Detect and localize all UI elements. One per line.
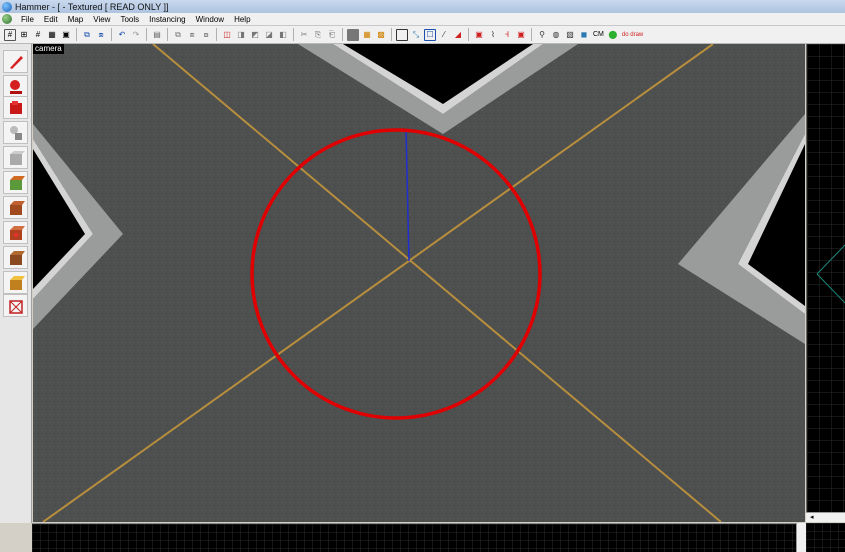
3d-camera-viewport[interactable]: camera [33, 44, 805, 522]
grid-larger-icon[interactable]: ▣ [60, 29, 72, 41]
toolbar-separator [293, 28, 294, 41]
entity-tool-icon [9, 125, 22, 140]
selection-tool-button[interactable] [3, 50, 28, 73]
grid-dots-icon[interactable]: # [32, 29, 44, 41]
toolbar-separator [111, 28, 112, 41]
paste-icon[interactable]: ⎗ [326, 29, 338, 41]
grid-view-bottom-right [806, 523, 845, 552]
carve-icon[interactable]: ⧉ [81, 29, 93, 41]
bottom-view-scrollbar[interactable] [796, 523, 806, 552]
group-icon[interactable]: ⧈ [95, 29, 107, 41]
grid-view-right [807, 44, 845, 522]
instance-visibility-icon[interactable]: ⬤ [607, 29, 619, 41]
tool-palette [0, 44, 32, 524]
helpers-icon[interactable]: ⚲ [536, 29, 548, 41]
status-corner [0, 523, 32, 552]
textured-icon[interactable]: ◧ [277, 29, 289, 41]
map-properties-icon[interactable]: ⌇ [487, 29, 499, 41]
cut-icon[interactable]: ✂ [298, 29, 310, 41]
select-by-handles-icon[interactable] [396, 28, 408, 41]
auto-visgroup-icon[interactable]: ◼ [578, 29, 590, 41]
texture-align-icon[interactable]: ▩ [375, 29, 387, 41]
menu-edit[interactable]: Edit [39, 15, 63, 24]
apply-texture-icon [9, 200, 25, 215]
magnify-tool-button[interactable] [3, 75, 28, 98]
window-title: Hammer - [ - Textured [ READ ONLY ]] [15, 1, 169, 12]
toolbar-separator [146, 28, 147, 41]
magnify-tool-icon [9, 79, 22, 94]
decal-tool-icon [9, 225, 25, 240]
toolbar-separator [167, 28, 168, 41]
show-2d-icon[interactable]: ◨ [235, 29, 247, 41]
texture-lock-icon[interactable] [347, 28, 359, 41]
block-tool-button[interactable] [3, 146, 28, 169]
show-3d-icon[interactable]: ◫ [221, 29, 233, 41]
menu-map[interactable]: Map [63, 15, 89, 24]
overlay-tool-icon [9, 250, 25, 265]
entity-report-icon[interactable]: Ꟶ [501, 29, 513, 41]
viewport-label: camera [33, 44, 64, 54]
copy-icon[interactable]: ⎘ [312, 29, 324, 41]
right-view-scrollbar[interactable]: ◂ [806, 512, 845, 522]
check-map-icon[interactable]: ▣ [473, 29, 485, 41]
decal-tool-button[interactable] [3, 221, 28, 244]
texture-scale-lock-icon[interactable]: ▦ [361, 29, 373, 41]
wireframe-icon[interactable]: ◩ [249, 29, 261, 41]
vertex-tool-button[interactable] [3, 294, 28, 317]
window-titlebar: Hammer - [ - Textured [ READ ONLY ]] [0, 0, 845, 13]
flip-horizontal-icon[interactable]: ⁄ [438, 29, 450, 41]
toolbar-separator [391, 28, 392, 41]
hollow-icon[interactable]: ▤ [151, 29, 163, 41]
hammer-app-icon [2, 1, 12, 12]
toolbar-separator [216, 28, 217, 41]
block-tool-icon [9, 150, 25, 165]
light-preview-icon[interactable]: ▧ [564, 29, 576, 41]
menu-instancing[interactable]: Instancing [144, 15, 190, 24]
overlay-tool-button[interactable] [3, 246, 28, 269]
toolbar-separator [468, 28, 469, 41]
redo-icon[interactable]: ↷ [130, 29, 142, 41]
texture-tool-button[interactable] [3, 171, 28, 194]
camera-tool-button[interactable] [3, 96, 28, 119]
draw-toggle-button[interactable]: do draw [622, 32, 643, 38]
menu-window[interactable]: Window [191, 15, 229, 24]
selection-tool-icon [9, 55, 23, 69]
apply-texture-button[interactable] [3, 196, 28, 219]
toolbar-separator [531, 28, 532, 41]
grid-toggle-icon[interactable]: # [4, 28, 16, 41]
models-in-2d-icon[interactable]: ◍ [550, 29, 562, 41]
cordon-button[interactable]: CM [593, 31, 604, 38]
2d-view-right[interactable] [806, 44, 845, 522]
grid-view-bottom [32, 524, 806, 552]
paste-special-icon[interactable]: ⧇ [200, 29, 212, 41]
2d-view-bottom[interactable] [32, 523, 806, 552]
clipping-tool-button[interactable] [3, 271, 28, 294]
flat-shaded-icon[interactable]: ◪ [263, 29, 275, 41]
2d-view-bottom-right[interactable] [806, 523, 845, 552]
menu-tools[interactable]: Tools [115, 15, 144, 24]
select-by-center-icon[interactable]: ⤡ [410, 29, 422, 41]
menu-bar: File Edit Map View Tools Instancing Wind… [0, 13, 845, 26]
move-to-world-icon[interactable]: ⧈ [186, 29, 198, 41]
compile-icon[interactable]: ▣ [515, 29, 527, 41]
document-icon[interactable] [2, 14, 12, 24]
toolbar-separator [342, 28, 343, 41]
clipping-tool-icon [9, 275, 25, 290]
menu-view[interactable]: View [88, 15, 115, 24]
undo-icon[interactable]: ↶ [116, 29, 128, 41]
camera-tool-icon [9, 100, 22, 114]
entity-tool-button[interactable] [3, 121, 28, 144]
toggle-selection-box-icon[interactable]: ☐ [424, 28, 436, 41]
viewport-scene [33, 44, 805, 522]
main-toolbar: # ⊞ # ▦ ▣ ⧉ ⧈ ↶ ↷ ▤ ⧉ ⧈ ⧇ ◫ ◨ ◩ ◪ ◧ ✂ ⎘ … [0, 26, 845, 44]
vertex-tool-icon [8, 299, 23, 314]
flip-vertical-icon[interactable]: ◢ [452, 29, 464, 41]
grid-smaller-icon[interactable]: ▦ [46, 29, 58, 41]
menu-help[interactable]: Help [229, 15, 255, 24]
tie-to-entity-icon[interactable]: ⧉ [172, 29, 184, 41]
grid-3d-icon[interactable]: ⊞ [18, 29, 30, 41]
toolbar-separator [76, 28, 77, 41]
menu-file[interactable]: File [16, 15, 39, 24]
texture-tool-icon [9, 175, 25, 190]
